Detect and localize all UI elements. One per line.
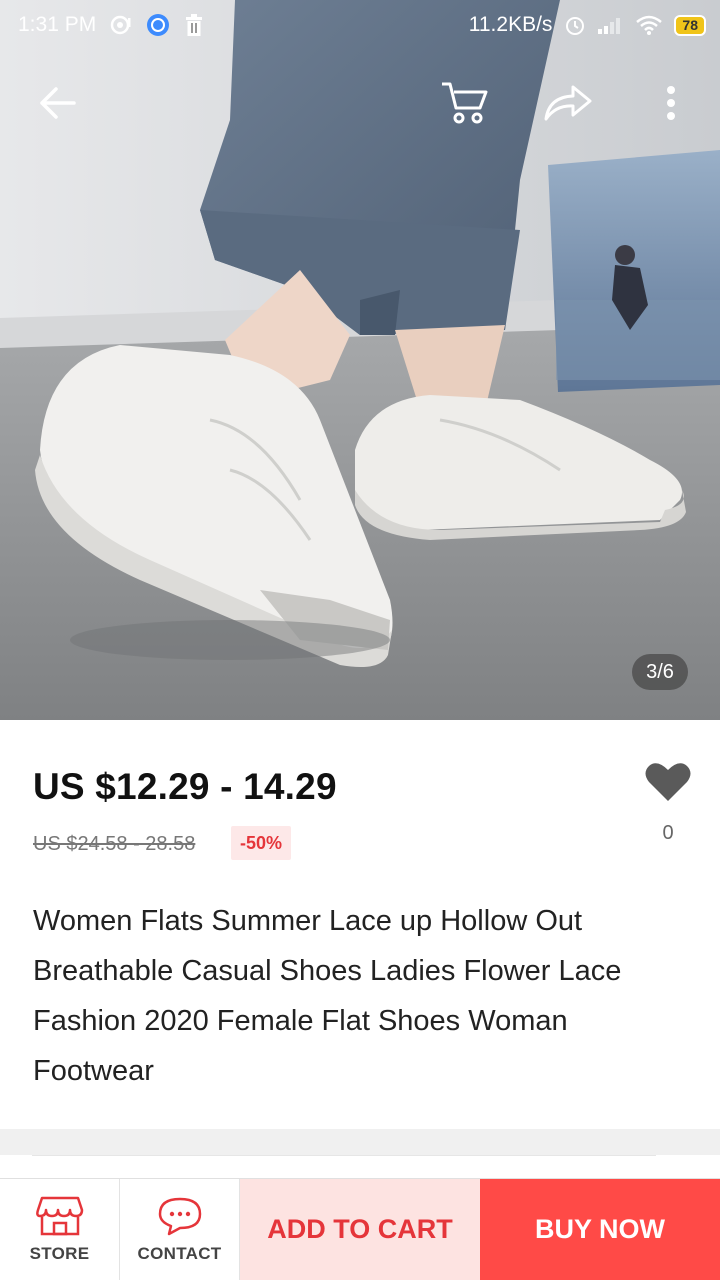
- back-button[interactable]: [22, 68, 92, 138]
- image-counter: 3/6: [632, 654, 688, 690]
- top-toolbar: [0, 68, 720, 138]
- more-options-button[interactable]: [636, 68, 706, 138]
- price: US $12.29 - 14.29: [33, 766, 337, 807]
- share-button[interactable]: [533, 68, 603, 138]
- wishlist-button[interactable]: 0: [640, 762, 696, 845]
- wishlist-count: 0: [662, 822, 674, 844]
- store-button[interactable]: STORE: [0, 1179, 120, 1280]
- network-speed: 11.2KB/s: [468, 13, 553, 36]
- alarm-icon: [564, 14, 586, 36]
- trash-notification-icon: [184, 14, 204, 36]
- add-to-cart-button[interactable]: ADD TO CART: [240, 1179, 480, 1280]
- battery-indicator: 78: [674, 14, 706, 36]
- section-divider: [0, 1129, 720, 1155]
- buy-now-button[interactable]: BUY NOW: [480, 1179, 720, 1280]
- original-price: US $24.58 - 28.58: [33, 833, 196, 855]
- divider-line: [32, 1155, 656, 1156]
- status-time: 1:31 PM: [18, 13, 97, 36]
- discount-badge: -50%: [231, 826, 292, 860]
- wifi-icon: [636, 15, 663, 35]
- product-title: Women Flats Summer Lace up Hollow Out Br…: [33, 905, 622, 1087]
- chat-notification-icon: [110, 15, 132, 35]
- signal-icon: [598, 16, 624, 34]
- cart-button[interactable]: [430, 68, 500, 138]
- app-notification-icon: [146, 13, 170, 37]
- more-vert-icon: [667, 86, 675, 120]
- share-icon: [544, 85, 592, 121]
- contact-button[interactable]: CONTACT: [120, 1179, 240, 1280]
- contact-label: CONTACT: [137, 1243, 222, 1263]
- store-icon: [35, 1196, 83, 1235]
- heart-icon: [645, 763, 691, 801]
- back-arrow-icon: [40, 87, 76, 119]
- cart-icon: [442, 82, 488, 124]
- store-label: STORE: [29, 1243, 90, 1263]
- chat-icon: [158, 1197, 201, 1235]
- status-bar: 1:31 PM 11.2KB/s 78: [0, 0, 720, 50]
- bottom-action-bar: STORE CONTACT ADD TO CART BUY NOW: [0, 1178, 720, 1280]
